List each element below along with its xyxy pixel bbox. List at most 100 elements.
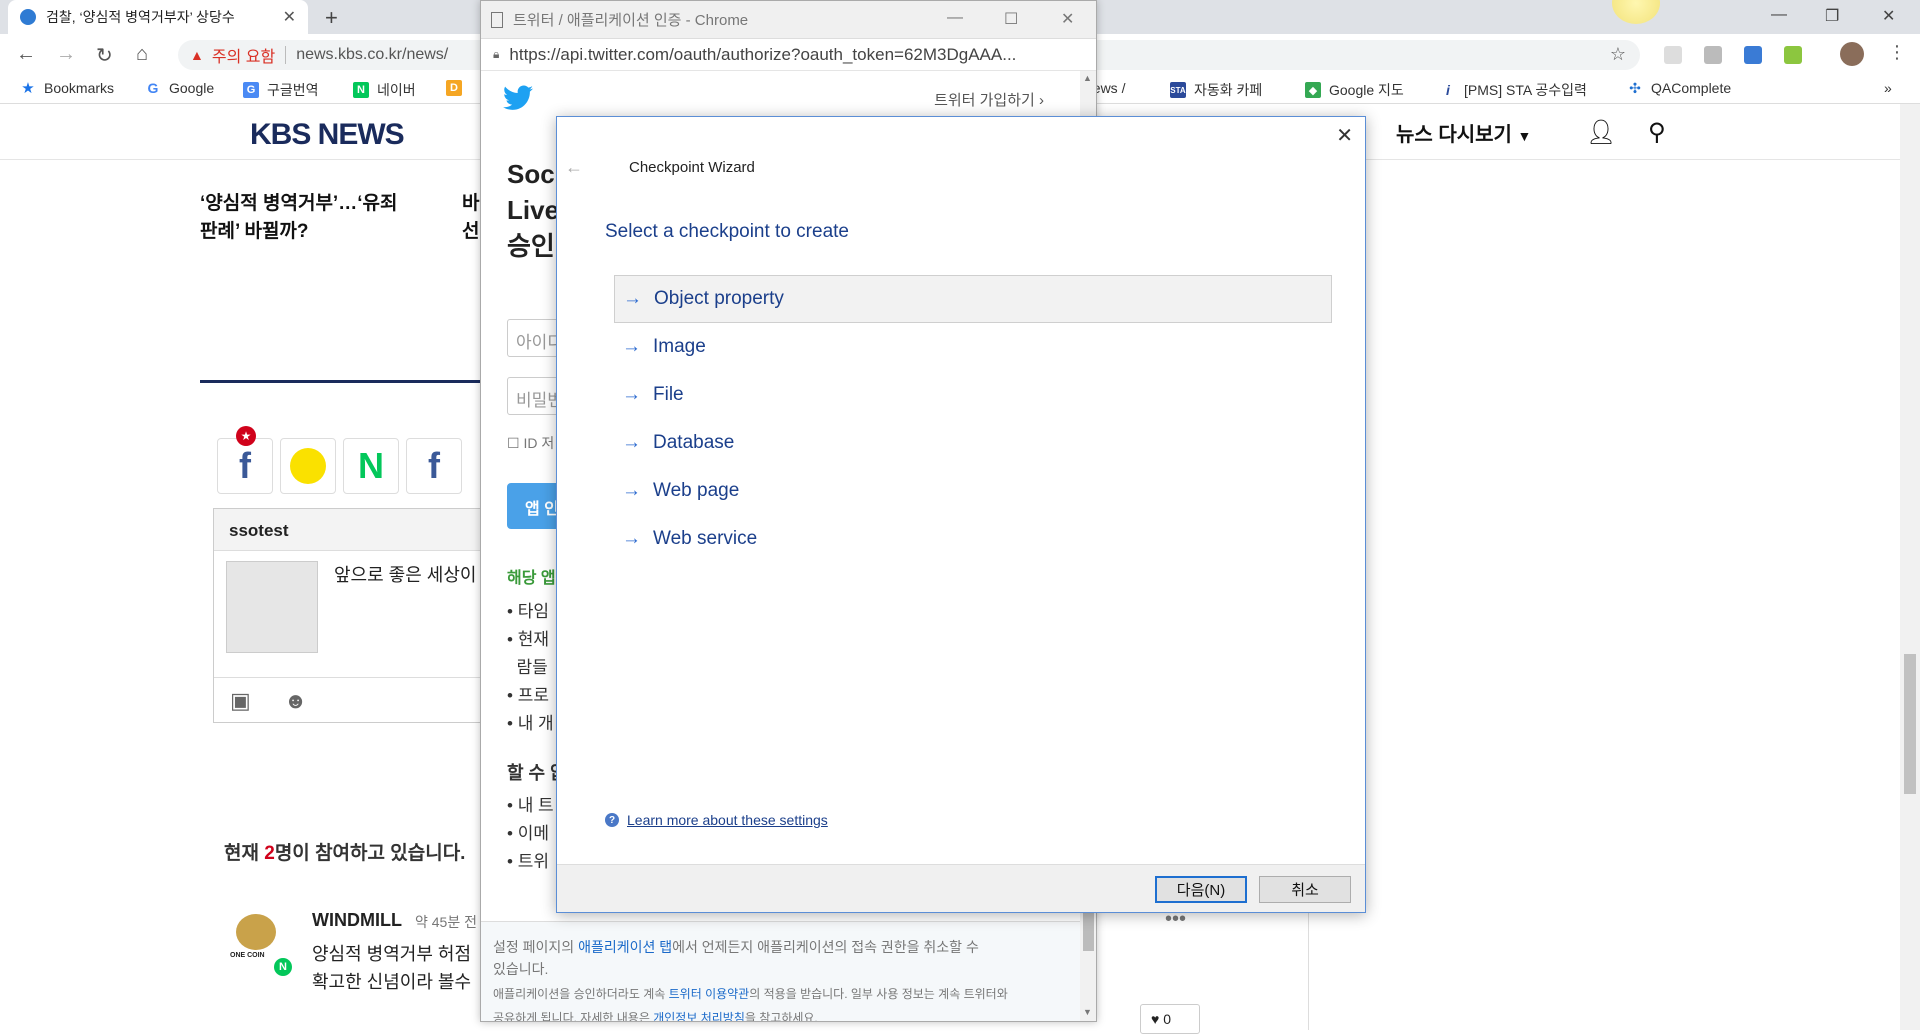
pms-icon: i (1446, 82, 1450, 98)
terms-link[interactable]: 트위터 이용약관 (669, 987, 750, 1001)
comment-author[interactable]: WINDMILL (312, 910, 402, 931)
security-warning-label[interactable]: 주의 요함 (212, 43, 275, 67)
scroll-down-icon[interactable]: ▼ (1083, 1007, 1092, 1017)
search-icon[interactable]: ⚲ (1648, 118, 1666, 147)
emoji-icon[interactable]: ☻ (284, 688, 307, 714)
option-database[interactable]: → Database (614, 419, 1332, 467)
translate-icon: G (243, 82, 259, 98)
daum-icon: D (446, 80, 462, 96)
close-window-icon[interactable]: ✕ (1882, 6, 1895, 26)
page-icon (491, 11, 503, 28)
news-replay-menu[interactable]: 뉴스 다시보기 ▼ (1396, 118, 1531, 147)
option-image[interactable]: → Image (614, 323, 1332, 371)
scroll-up-icon[interactable]: ▲ (1083, 73, 1092, 83)
page-scroll-thumb[interactable] (1904, 654, 1916, 794)
bookmark-item[interactable]: i [PMS] STA 공수입력 (1440, 80, 1587, 100)
bookmark-item[interactable]: D (446, 80, 470, 96)
option-web-page[interactable]: → Web page (614, 467, 1332, 515)
next-button[interactable]: 다음(N) (1155, 876, 1247, 903)
bookmark-star-icon[interactable]: ☆ (1610, 44, 1626, 65)
restriction-item: • 이메 (507, 824, 549, 843)
browser-tab[interactable]: 검찰, ‘양심적 병역거부자’ 상당수 ✕ (8, 0, 308, 34)
twitter-app-heading: Soc Live 승인 (507, 159, 560, 261)
related-article-2[interactable]: 바 선 (462, 190, 479, 246)
restore-icon[interactable]: ❐ (1825, 6, 1839, 26)
bookmark-item[interactable]: N 네이버 (353, 80, 416, 100)
back-icon[interactable]: ← (16, 43, 36, 66)
extension-4-icon[interactable] (1784, 46, 1802, 64)
facebook-login-icon[interactable]: f (217, 438, 273, 494)
permission-item: • 타임 (507, 602, 549, 621)
popup-maximize-icon[interactable]: ☐ (1004, 9, 1018, 29)
warning-icon: ▲ (190, 47, 204, 63)
profile-avatar[interactable] (1840, 42, 1864, 66)
arrow-right-icon: → (623, 288, 642, 309)
minimize-icon[interactable]: — (1771, 6, 1787, 24)
restriction-item: • 트위 (507, 852, 549, 871)
related-article-1[interactable]: ‘양심적 병역거부’…‘유죄 판례’ 바뀔까? (200, 190, 397, 246)
doodle-icon (1612, 0, 1660, 24)
checkpoint-wizard-dialog: ✕ ← Checkpoint Wizard Select a checkpoin… (556, 116, 1366, 913)
extension-ex-icon[interactable] (1704, 46, 1722, 64)
bookmark-item[interactable]: ◆ Google 지도 (1305, 80, 1404, 100)
naver-login-icon[interactable]: N (343, 438, 399, 494)
reload-icon[interactable]: ↻ (96, 43, 113, 68)
twitter-bird-icon (503, 85, 533, 110)
twitter-join-link[interactable]: 트위터 가입하기 › (934, 89, 1044, 110)
google-maps-icon: ◆ (1305, 82, 1321, 98)
bookmark-item[interactable]: STA 자동화 카페 (1170, 80, 1262, 100)
remember-id-checkbox[interactable]: ☐ ID 저 (507, 433, 554, 453)
popup-url-bar[interactable]: 🔒︎ https://api.twitter.com/oauth/authori… (481, 39, 1096, 71)
bookmark-item[interactable]: ✣ QAComplete (1627, 79, 1731, 97)
new-tab-button[interactable]: + (325, 5, 338, 31)
commenter-avatar: ONE COIN N (228, 910, 292, 976)
bookmark-item[interactable]: G Google (145, 80, 215, 96)
image-attach-icon[interactable]: ▣ (230, 688, 251, 714)
comment-username: ssotest (214, 509, 482, 551)
bookmark-item[interactable]: ★ Bookmarks (20, 80, 114, 97)
wizard-back-icon[interactable]: ← (565, 157, 583, 178)
learn-more-link[interactable]: Learn more about these settings (627, 812, 828, 828)
kbs-favicon-icon (20, 9, 36, 25)
option-object-property[interactable]: → Object property (614, 275, 1332, 323)
chrome-menu-icon[interactable]: ⋮ (1888, 42, 1906, 63)
comment-input-box: ssotest 앞으로 좋은 세상이 ▣ ☻ (213, 508, 483, 723)
extension-1-icon[interactable] (1664, 46, 1682, 64)
tab-close-icon[interactable]: ✕ (283, 7, 296, 27)
user-icon[interactable]: 👤︎ (1586, 118, 1616, 147)
permission-item: 람들 (516, 658, 548, 677)
dropdown-icon: ▼ (1517, 128, 1532, 144)
extension-3-icon[interactable] (1744, 46, 1762, 64)
apps-tab-link[interactable]: 애플리케이션 탭 (578, 939, 672, 955)
forward-icon[interactable]: → (56, 43, 76, 66)
option-file[interactable]: → File (614, 371, 1332, 419)
heart-icon: ♥ (1151, 1011, 1160, 1027)
facebook-share-icon[interactable]: f (406, 438, 462, 494)
cancel-button[interactable]: 취소 (1259, 876, 1351, 903)
google-icon: G (147, 80, 159, 96)
kbs-logo[interactable]: KBS NEWS (250, 118, 405, 152)
url-text[interactable]: news.kbs.co.kr/news/ (296, 46, 448, 64)
popup-minimize-icon[interactable]: — (947, 9, 963, 27)
wizard-title: Checkpoint Wizard (629, 159, 755, 176)
bookmark-item[interactable]: G 구글번역 (243, 80, 319, 100)
sta-icon: STA (1170, 82, 1186, 98)
lock-icon: 🔒︎ (493, 47, 500, 61)
naver-badge-icon: N (274, 958, 292, 976)
page-scrollbar[interactable] (1900, 104, 1920, 1030)
home-icon[interactable]: ⌂ (136, 43, 148, 66)
popup-close-icon[interactable]: ✕ (1061, 9, 1074, 29)
tab-title: 검찰, ‘양심적 병역거부자’ 상당수 (46, 9, 235, 25)
kakao-login-icon[interactable] (280, 438, 336, 494)
comment-textarea[interactable]: 앞으로 좋은 세상이 (334, 561, 476, 587)
restriction-item: • 내 트 (507, 796, 554, 815)
privacy-link[interactable]: 개인정보 처리방침 (653, 1011, 745, 1021)
permissions-heading: 해당 앱 (507, 570, 556, 587)
help-icon: ? (605, 813, 619, 827)
sidebar-divider (1308, 900, 1309, 1030)
qacomplete-icon: ✣ (1629, 79, 1641, 96)
wizard-close-icon[interactable]: ✕ (1336, 123, 1353, 148)
option-web-service[interactable]: → Web service (614, 515, 1332, 563)
bookmarks-overflow[interactable]: » (1884, 80, 1892, 96)
arrow-right-icon: → (622, 528, 641, 549)
